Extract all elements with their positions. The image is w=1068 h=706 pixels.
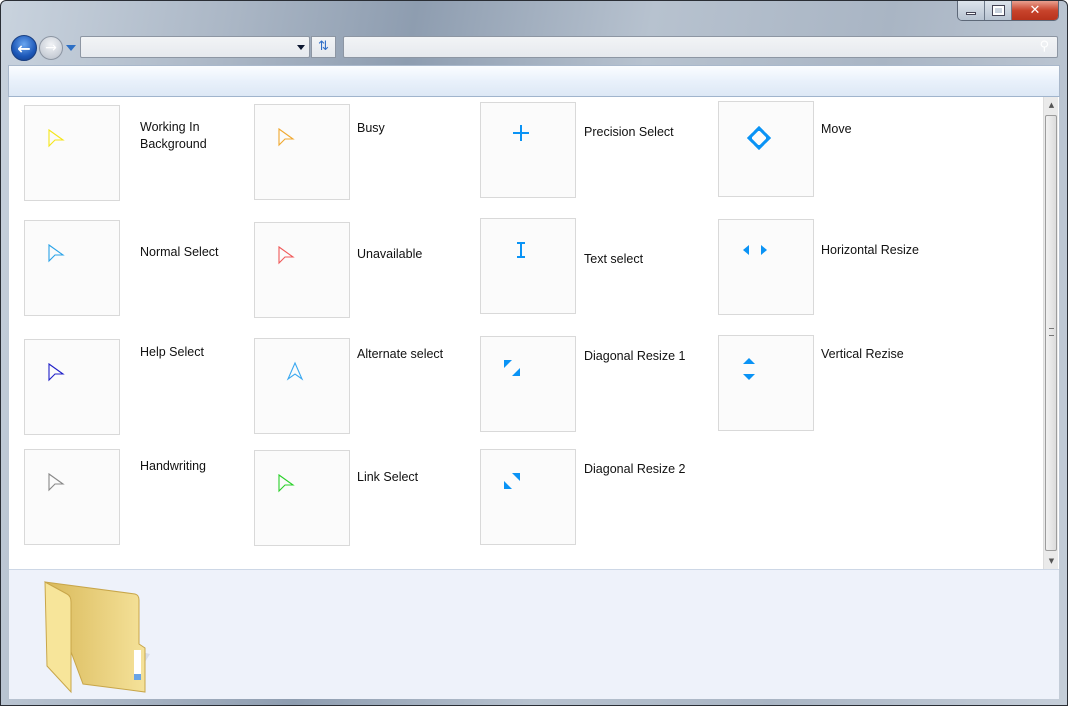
back-arrow-icon: ←	[17, 38, 31, 58]
refresh-button[interactable]: ⇅	[311, 36, 336, 58]
arrow-cursor-icon	[278, 473, 295, 493]
file-thumbnail[interactable]	[718, 219, 814, 315]
address-bar[interactable]	[80, 36, 310, 58]
file-thumbnail[interactable]	[480, 449, 576, 545]
file-name[interactable]: Working In Background	[140, 119, 220, 153]
navigation-buttons: ← →	[11, 35, 76, 61]
file-name[interactable]: Alternate select	[357, 346, 467, 363]
arrow-cursor-icon	[278, 245, 295, 265]
file-thumbnail[interactable]	[24, 339, 120, 435]
command-bar	[8, 65, 1060, 97]
forward-button[interactable]: →	[39, 36, 63, 60]
explorer-window: ✕ ← → ⇅ ⚲ Working In Background Busy Preci…	[0, 0, 1068, 706]
details-pane	[9, 569, 1059, 699]
forward-arrow-icon: →	[45, 40, 57, 56]
folder-icon	[44, 581, 150, 694]
file-thumbnail[interactable]	[480, 218, 576, 314]
maximize-button[interactable]	[985, 1, 1012, 20]
minimize-button[interactable]	[958, 1, 985, 20]
file-thumbnail[interactable]	[254, 338, 350, 434]
minimize-icon	[966, 12, 976, 15]
window-controls: ✕	[957, 1, 1059, 21]
file-thumbnail[interactable]	[24, 449, 120, 545]
vertical-scrollbar[interactable]: ▲ ▼	[1043, 97, 1058, 569]
move-icon	[746, 125, 772, 151]
file-thumbnail[interactable]	[480, 336, 576, 432]
close-icon: ✕	[1029, 3, 1041, 18]
crosshair-icon	[513, 125, 529, 141]
file-name[interactable]: Diagonal Resize 2	[584, 461, 694, 478]
chevron-down-icon[interactable]	[297, 45, 305, 50]
scrollbar-thumb[interactable]	[1045, 115, 1057, 551]
refresh-icon: ⇅	[318, 39, 329, 54]
back-button[interactable]: ←	[11, 35, 37, 61]
maximize-icon	[991, 5, 1005, 16]
arrow-cursor-icon	[48, 128, 65, 148]
file-name[interactable]: Text select	[584, 251, 694, 268]
file-thumbnail[interactable]	[254, 450, 350, 546]
diagonal-resize-1-icon	[504, 360, 520, 376]
horizontal-resize-icon	[743, 245, 767, 255]
close-button[interactable]: ✕	[1012, 1, 1058, 20]
arrow-cursor-icon	[48, 472, 65, 492]
arrow-cursor-icon	[48, 362, 65, 382]
file-name[interactable]: Diagonal Resize 1	[584, 348, 694, 365]
file-thumbnail[interactable]	[718, 335, 814, 431]
file-name[interactable]: Help Select	[140, 344, 250, 361]
file-view: Working In Background Busy Precision Selec…	[9, 97, 1059, 569]
file-thumbnail[interactable]	[24, 105, 120, 201]
ibeam-icon	[517, 242, 525, 258]
grip-icon	[1049, 328, 1054, 336]
recent-pages-dropdown[interactable]	[66, 45, 76, 51]
file-name[interactable]: Busy	[357, 120, 467, 137]
file-thumbnail[interactable]	[718, 101, 814, 197]
file-thumbnail[interactable]	[254, 104, 350, 200]
arrow-cursor-icon	[278, 127, 295, 147]
file-name[interactable]: Horizontal Resize	[821, 242, 931, 259]
scroll-down-button[interactable]: ▼	[1044, 553, 1059, 569]
file-thumbnail[interactable]	[480, 102, 576, 198]
file-thumbnail[interactable]	[24, 220, 120, 316]
file-name[interactable]: Normal Select	[140, 244, 250, 261]
file-name[interactable]: Link Select	[357, 469, 467, 486]
file-name[interactable]: Unavailable	[357, 246, 467, 263]
search-icon: ⚲	[1039, 39, 1049, 54]
file-name[interactable]: Vertical Rezise	[821, 346, 931, 363]
file-thumbnail[interactable]	[254, 222, 350, 318]
file-name[interactable]: Move	[821, 121, 931, 138]
scroll-up-button[interactable]: ▲	[1044, 97, 1059, 113]
search-input[interactable]: ⚲	[343, 36, 1058, 58]
up-arrow-cursor-icon	[286, 361, 304, 381]
file-name[interactable]: Handwriting	[140, 458, 250, 475]
vertical-resize-icon	[743, 358, 755, 380]
diagonal-resize-2-icon	[504, 473, 520, 489]
arrow-cursor-icon	[48, 243, 65, 263]
file-name[interactable]: Precision Select	[584, 124, 694, 141]
